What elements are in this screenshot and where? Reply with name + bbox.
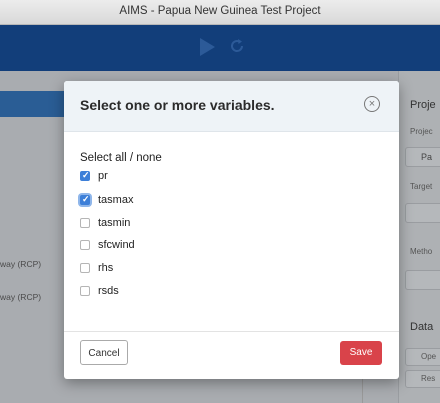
variable-checkbox[interactable]	[80, 263, 90, 273]
variable-checkbox[interactable]	[80, 170, 90, 181]
app-toolbar	[0, 25, 440, 71]
select-all-toggle[interactable]: Select all / none	[80, 152, 162, 164]
save-button[interactable]: Save	[340, 341, 382, 365]
modal-footer-divider	[64, 331, 399, 332]
variable-label: rhs	[98, 262, 114, 274]
scenario-label: way (RCP)	[0, 292, 42, 302]
variable-checkbox[interactable]	[80, 286, 90, 296]
open-button-label: Ope	[421, 352, 437, 361]
cancel-button[interactable]: Cancel	[80, 340, 128, 365]
method-field-label: Metho	[410, 247, 433, 256]
variable-checkbox[interactable]	[80, 218, 90, 228]
variable-checkbox[interactable]	[80, 194, 90, 205]
play-icon[interactable]	[200, 38, 215, 56]
data-heading: Data	[410, 321, 434, 333]
modal-title: Select one or more variables.	[80, 97, 275, 113]
scenario-label: way (RCP)	[0, 259, 42, 269]
variable-label: pr	[98, 170, 108, 182]
variable-label: rsds	[98, 285, 119, 297]
variable-label: tasmin	[98, 217, 131, 229]
method-select[interactable]	[405, 270, 440, 290]
target-select[interactable]	[405, 203, 440, 223]
refresh-icon[interactable]	[229, 38, 245, 54]
project-field-label: Projec	[410, 127, 433, 136]
window-title: AIMS - Papua New Guinea Test Project	[119, 5, 321, 17]
variable-label: sfcwind	[98, 239, 135, 251]
variable-checkbox[interactable]	[80, 240, 90, 250]
close-icon[interactable]: ×	[364, 96, 380, 112]
variables-modal: Select one or more variables. × Select a…	[64, 81, 399, 379]
variable-label: tasmax	[98, 194, 134, 206]
project-select-value: Pa	[421, 152, 433, 162]
target-field-label: Target	[410, 182, 433, 191]
reset-button-label: Res	[421, 374, 436, 383]
modal-header: Select one or more variables. ×	[64, 81, 399, 132]
window-titlebar: AIMS - Papua New Guinea Test Project	[0, 0, 440, 25]
project-heading: Proje	[410, 99, 436, 111]
